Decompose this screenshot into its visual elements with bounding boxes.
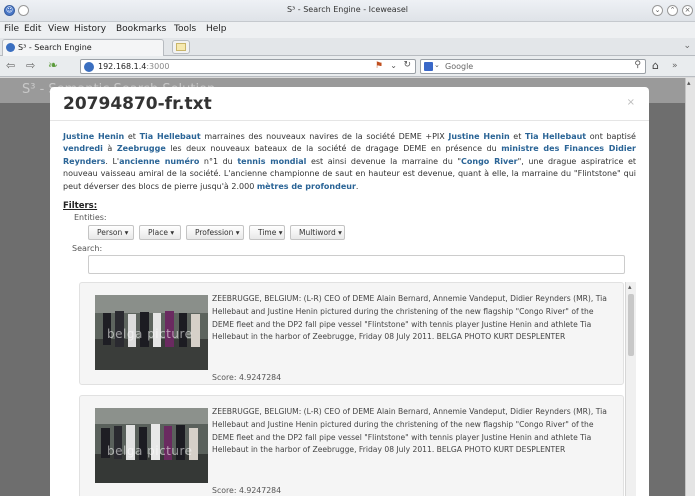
page-viewport: S³ - Semantic Search Solution 20794870-f…	[0, 78, 685, 496]
article-text-run: et	[509, 132, 525, 141]
tab-list-icon[interactable]: ⌄	[683, 41, 691, 51]
caret-down-icon: ▾	[338, 228, 342, 237]
translate-icon[interactable]: ⚑	[375, 61, 383, 71]
modal-close-button[interactable]: ×	[627, 97, 635, 108]
article-text-run: n°1 du	[199, 156, 238, 166]
entity-link[interactable]: mètres de profondeur	[257, 182, 356, 191]
filter-person-label: Person	[97, 228, 123, 237]
entity-link[interactable]: Congo River	[461, 157, 518, 166]
site-favicon-icon	[6, 43, 15, 52]
google-search-engine-icon[interactable]	[424, 62, 433, 71]
url-bar[interactable]: 192.168.1.4:3000 ⚑ ⌄ ↻	[80, 59, 416, 74]
search-go-icon[interactable]: ⚲	[634, 60, 641, 70]
page-scroll-up-icon[interactable]: ▴	[687, 79, 691, 87]
result-score: Score: 4.9247284	[212, 373, 282, 382]
tab-search-engine[interactable]: S³ - Search Engine	[2, 39, 164, 56]
entity-link[interactable]: Zeebrugge	[117, 144, 166, 153]
search-label: Search:	[72, 244, 103, 253]
site-identity-icon[interactable]	[84, 62, 94, 72]
new-tab-icon	[176, 43, 186, 51]
engine-dropdown-icon[interactable]: ⌄	[434, 61, 440, 69]
url-host: 192.168.1.4	[98, 62, 147, 71]
article-text-run: les deux nouveaux bateaux de la société …	[165, 144, 502, 154]
entity-link[interactable]: vendredi	[63, 144, 103, 153]
window-titlebar: ☺ S³ - Search Engine - Iceweasel ⌄ ⌃ ×	[0, 0, 695, 22]
entity-link[interactable]: Tia Hellebaut	[525, 132, 586, 141]
article-text-run: marraines des nouveaux navires de la soc…	[200, 132, 449, 141]
reload-leaf-icon[interactable]: ❧	[48, 58, 58, 72]
page-scrollbar[interactable]: ▴	[685, 78, 695, 496]
filter-place-button[interactable]: Place ▾	[139, 225, 181, 240]
modal-title: 20794870-fr.txt	[63, 94, 212, 114]
window-title: S³ - Search Engine - Iceweasel	[286, 5, 409, 14]
toolbar-overflow-icon[interactable]: »	[672, 61, 678, 71]
result-photo: belga picture	[95, 408, 208, 483]
tab-bar: S³ - Search Engine ⌄	[0, 38, 695, 56]
result-score: Score: 4.9247284	[212, 486, 282, 495]
minimize-icon[interactable]: ⌄	[652, 5, 663, 16]
navigation-bar: ⇦ ⇨ ❧ 192.168.1.4:3000 ⚑ ⌄ ↻ ⌄ Google ⚲ …	[0, 56, 695, 77]
filter-time-label: Time	[258, 228, 277, 237]
entity-link[interactable]: Tia Hellebaut	[140, 132, 201, 141]
result-card[interactable]: belga picture ZEEBRUGGE, BELGIUM: (L-R) …	[79, 282, 624, 385]
menu-bookmarks[interactable]: Bookmarks	[116, 24, 166, 34]
modal-header: 20794870-fr.txt ×	[50, 87, 649, 121]
back-icon[interactable]: ⇦	[6, 59, 15, 72]
result-card[interactable]: belga picture ZEEBRUGGE, BELGIUM: (L-R) …	[79, 395, 624, 496]
caret-down-icon: ▾	[235, 228, 240, 237]
maximize-icon[interactable]: ⌃	[667, 5, 678, 16]
close-window-icon[interactable]: ×	[682, 5, 693, 16]
article-text-run: est ainsi devenue la marraine du "	[306, 156, 461, 166]
filter-profession-button[interactable]: Profession ▾	[186, 225, 244, 240]
new-tab-button[interactable]	[172, 40, 190, 54]
menu-bar: File Edit View History Bookmarks Tools H…	[0, 22, 695, 38]
article-text-run: à	[102, 144, 117, 154]
url-dropdown-icon[interactable]: ⌄	[390, 61, 397, 70]
entity-link[interactable]: Justine Henin	[448, 132, 509, 141]
results-scroll-thumb[interactable]	[628, 294, 634, 356]
tab-label: S³ - Search Engine	[18, 43, 92, 52]
url-port: :3000	[146, 62, 170, 71]
document-modal: 20794870-fr.txt × Justine Henin et Tia H…	[50, 87, 649, 496]
menu-history[interactable]: History	[74, 24, 106, 34]
caret-down-icon: ▾	[170, 228, 175, 237]
menu-edit[interactable]: Edit	[24, 24, 41, 34]
home-icon[interactable]: ⌂	[652, 59, 659, 72]
result-caption: ZEEBRUGGE, BELGIUM: (L-R) CEO of DEME Al…	[212, 294, 607, 342]
article-text-run: .	[355, 181, 359, 191]
menu-file[interactable]: File	[4, 24, 19, 34]
filter-multiword-button[interactable]: Multiword ▾	[290, 225, 345, 240]
caret-down-icon: ▾	[124, 228, 129, 237]
entities-label: Entities:	[74, 213, 107, 222]
article-text-run: ont baptisé	[586, 132, 636, 141]
article-text: Justine Henin et Tia Hellebaut marraines…	[63, 131, 636, 193]
photo-watermark: belga picture	[107, 327, 193, 341]
article-text-run: . L'	[105, 156, 120, 166]
photo-watermark: belga picture	[107, 444, 193, 458]
search-engine-name: Google	[445, 62, 474, 71]
filter-time-button[interactable]: Time ▾	[249, 225, 285, 240]
result-photo: belga picture	[95, 295, 208, 370]
filter-multiword-label: Multiword	[299, 228, 336, 237]
scroll-up-icon[interactable]: ▴	[628, 283, 632, 291]
caret-down-icon: ▾	[278, 228, 283, 237]
forward-icon[interactable]: ⇨	[26, 59, 35, 72]
results-scrollbar[interactable]: ▴ ▾	[625, 282, 636, 496]
menu-tools[interactable]: Tools	[174, 24, 196, 34]
entity-link[interactable]: tennis mondial	[237, 157, 306, 166]
search-input[interactable]	[88, 255, 625, 274]
menu-view[interactable]: View	[48, 24, 69, 34]
filter-person-button[interactable]: Person ▾	[88, 225, 134, 240]
search-bar[interactable]: ⌄ Google ⚲	[420, 59, 646, 74]
entity-link[interactable]: ancienne numéro	[119, 157, 199, 166]
results-list: belga picture ZEEBRUGGE, BELGIUM: (L-R) …	[79, 282, 637, 496]
entity-link[interactable]: Justine Henin	[63, 132, 124, 141]
reload-icon[interactable]: ↻	[403, 60, 411, 70]
menu-help[interactable]: Help	[206, 24, 227, 34]
filter-profession-label: Profession	[195, 228, 234, 237]
article-text-run: et	[124, 132, 140, 141]
filter-place-label: Place	[148, 228, 168, 237]
filters-label: Filters:	[63, 201, 98, 211]
result-caption: ZEEBRUGGE, BELGIUM: (L-R) CEO of DEME Al…	[212, 407, 607, 455]
